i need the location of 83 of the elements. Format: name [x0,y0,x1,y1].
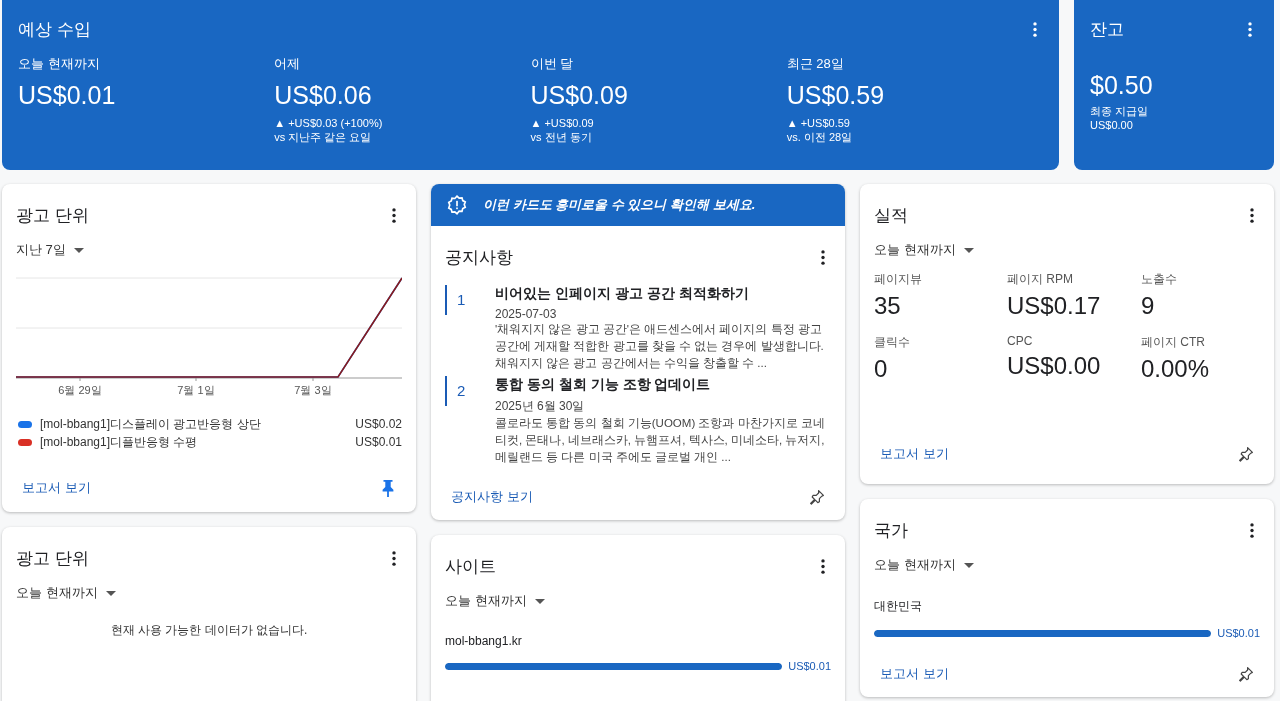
card-title: 예상 수입 [18,19,91,41]
pin-icon[interactable] [380,479,396,497]
stat-label: 최근 28일 [786,55,845,73]
stat-compare: vs 지난주 같은 요일 [274,130,373,144]
row-label: mol-bbang1.kr [445,634,523,648]
notice-number: 2 [445,376,495,406]
payment-value: US$0.00 [1090,118,1134,132]
report-link[interactable]: 보고서 보기 [874,665,949,683]
more-icon[interactable] [1250,208,1254,223]
axis-label: 7월 1일 [177,383,215,398]
period-dropdown[interactable]: 오늘 현재까지 [874,556,974,574]
balance-value: $0.50 [1090,71,1154,100]
metric-value: US$0.00 [1007,352,1102,380]
banner-text: 이런 카드도 흥미로울 수 있으니 확인해 보세요. [483,196,756,214]
axis-label: 6월 29일 [58,383,102,398]
stat-compare: vs. 이전 28일 [786,130,854,144]
more-icon[interactable] [821,250,825,265]
legend-label: [mol-bbang1]디스플레이 광고반응형 상단 [40,415,262,433]
caret-icon [73,247,84,253]
empty-message: 현재 사용 가능한 데이터가 없습니다. [109,622,309,639]
metric-value: 9 [1141,292,1156,320]
axis-label: 7월 3일 [294,383,332,398]
stat-value: US$0.01 [18,81,117,110]
more-icon[interactable] [392,208,396,223]
notice-text: 콜로라도 통합 동의 철회 기능(UOOM) 조항과 마찬가지로 코네티컷, 몬태나, 네브래스카, 뉴햄프셔, 텍사스, 미네소타, 뉴저지, 메릴랜드 등 다른 미국 주에도 글로벌 개인 ... [495,416,826,465]
card-title: 잔고 [1090,19,1124,41]
report-link[interactable]: 보고서 보기 [16,479,91,497]
stat-value: US$0.06 [274,81,373,110]
metric-label: 페이지 CTR [1141,334,1206,351]
stat-change: ▲ +US$0.59 [786,116,851,130]
legend-value: US$0.02 [355,417,402,431]
stat-label: 오늘 현재까지 [18,55,101,73]
period-dropdown[interactable]: 오늘 현재까지 [16,584,116,602]
pin-icon[interactable] [809,488,825,506]
stat-change: ▲ +US$0.03 (+100%) [274,116,384,130]
row-label: 대한민국 [874,598,923,615]
period-dropdown[interactable]: 지난 7일 [16,241,84,259]
notice-title[interactable]: 통합 동의 철회 기능 조항 업데이트 [495,376,831,394]
stat-compare: vs 전년 동기 [530,130,593,144]
period-dropdown[interactable]: 오늘 현재까지 [874,241,974,259]
caret-icon [963,247,974,253]
alert-badge-icon [447,195,467,215]
card-title: 사이트 [445,556,496,578]
notice-date: 2025-07-03 [495,307,558,321]
notice-date: 2025년 6월 30일 [495,398,586,415]
more-icon[interactable] [1250,523,1254,538]
metric-value: 0 [874,355,889,383]
period-dropdown[interactable]: 오늘 현재까지 [445,592,545,610]
metric-label: 클릭수 [874,334,911,351]
caret-icon [105,590,116,596]
legend-label: [mol-bbang1]디플반응형 수평 [40,433,199,451]
card-title: 실적 [874,205,908,227]
stat-change: ▲ +US$0.09 [530,116,595,130]
more-icon[interactable] [392,551,396,566]
card-title: 광고 단위 [16,548,89,570]
metric-value: 0.00% [1141,355,1211,383]
payment-label: 최종 지급일 [1090,104,1150,118]
metric-value: US$0.17 [1007,292,1102,320]
caret-icon [534,598,545,604]
metric-label: 페이지뷰 [874,271,923,288]
metric-value: 35 [874,292,902,320]
stat-value: US$0.59 [786,81,886,110]
report-link[interactable]: 보고서 보기 [874,445,949,463]
stat-label: 어제 [274,55,302,73]
more-icon[interactable] [821,559,825,574]
notice-title[interactable]: 비어있는 인페이지 광고 공간 최적화하기 [495,285,831,303]
metric-label: 노출수 [1141,271,1178,288]
caret-icon [963,562,974,568]
card-title: 광고 단위 [16,205,89,227]
stat-label: 이번 달 [530,55,575,73]
legend-value: US$0.01 [355,435,402,449]
row-value: US$0.01 [788,660,831,672]
pin-icon[interactable] [1238,665,1254,683]
stat-value: US$0.09 [530,81,629,110]
notice-text: '채워지지 않은 광고 공간'은 애드센스에서 페이지의 특정 광고 공간에 게재할 적합한 광고를 찾을 수 없는 경우에 발생합니다. 채워지지 않은 광고 공간에서는 수익을 창출할 수 ... [495,322,825,371]
report-link[interactable]: 공지사항 보기 [445,488,533,506]
row-value: US$0.01 [1217,627,1260,639]
metric-label: 페이지 RPM [1007,271,1074,288]
card-title: 국가 [874,520,908,542]
card-title: 공지사항 [445,247,513,269]
notice-number: 1 [445,285,495,315]
pin-icon[interactable] [1238,445,1254,463]
metric-label: CPC [1007,334,1034,348]
